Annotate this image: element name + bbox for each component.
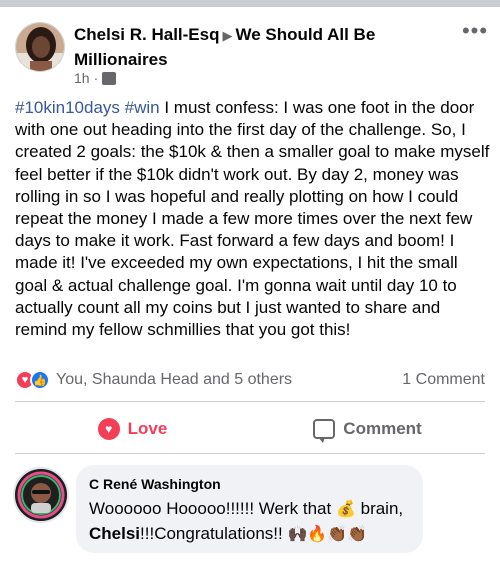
group-audience-icon [102,71,117,85]
post-actions-bar: ♥ Love Comment [15,405,485,453]
post-meta: 1h · [74,69,117,87]
comment-text-part3: !!!Congratulations!! [140,524,288,543]
mention-chelsi[interactable]: Chelsi [89,524,140,543]
post-card: Chelsi R. Hall-Esq ▶ We Should All Be Mill… [0,7,500,562]
more-options-button[interactable]: ••• [460,20,490,47]
reactions-summary-row: ♥ 👍 You, Shaunda Head and 5 others 1 Com… [15,369,485,391]
arrow-right-icon: ▶ [222,28,233,43]
comment-button-label: Comment [343,419,422,438]
post-body: #10kin10days #win I must confess: I was … [15,97,490,341]
meta-separator: · [93,70,99,86]
love-button[interactable]: ♥ Love [15,418,250,440]
comment-item: C René Washington Woooooo Hooooo!!!!!! W… [13,465,493,555]
author-avatar-image [16,23,64,71]
post-text: I must confess: I was one foot in the do… [15,98,490,340]
comment-text-part2: brain, [355,499,404,518]
actions-top-divider [15,401,485,402]
love-button-label: Love [127,419,168,438]
commenter-name[interactable]: C René Washington [89,475,410,493]
reactions-summary[interactable]: You, Shaunda Head and 5 others [56,371,292,389]
money-bag-emoji: 💰 [335,501,356,518]
actions-bottom-divider [15,453,485,454]
like-reaction-icon: 👍 [30,370,50,390]
hashtag-10kin10days[interactable]: #10kin10days [15,98,120,117]
comment-text-part1: Woooooo Hooooo!!!!!! Werk that [89,499,336,518]
author-avatar[interactable] [15,22,65,72]
comments-count-link[interactable]: 1 Comment [402,371,485,389]
comment-text: Woooooo Hooooo!!!!!! Werk that 💰 brain, … [89,497,410,547]
post-header-title: Chelsi R. Hall-Esq ▶ We Should All Be Mill… [74,23,444,72]
hashtag-win[interactable]: #win [125,98,160,117]
comment-button[interactable]: Comment [250,419,485,443]
commenter-avatar[interactable] [13,467,69,523]
top-divider-strip [0,0,500,7]
post-header: Chelsi R. Hall-Esq ▶ We Should All Be Mill… [0,7,500,93]
celebration-emojis: 🙌🏿🔥👏🏾👏🏾 [287,526,368,543]
more-dots-icon: ••• [461,18,489,43]
post-timestamp[interactable]: 1h [74,70,90,86]
commenter-avatar-image [15,469,67,521]
comment-bubble-icon [313,419,336,443]
comment-bubble: C René Washington Woooooo Hooooo!!!!!! W… [76,465,423,553]
heart-icon: ♥ [97,418,120,440]
author-name[interactable]: Chelsi R. Hall-Esq [74,25,219,44]
reaction-icons[interactable]: ♥ 👍 [15,370,50,390]
